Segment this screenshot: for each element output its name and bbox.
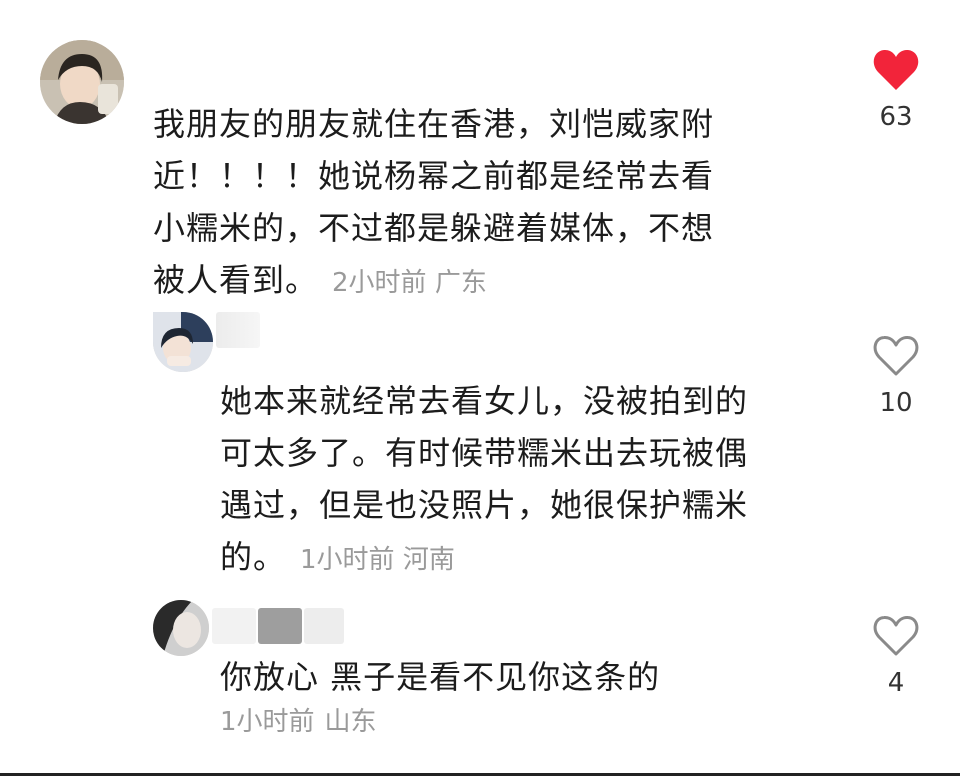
comment-line: 近！！！！她说杨幂之前都是经常去看 <box>153 157 715 195</box>
comment-time: 2小时前 <box>332 268 427 298</box>
avatar[interactable] <box>153 312 213 372</box>
comment-text: 你放心 黑子是看不见你这条的 <box>220 651 830 703</box>
like-button[interactable]: 4 <box>866 614 926 698</box>
like-count: 10 <box>879 388 913 418</box>
avatar[interactable] <box>153 600 209 656</box>
username-blur <box>258 608 302 644</box>
comment-line: 我朋友的朋友就住在香港，刘恺威家附 <box>153 105 715 143</box>
heart-outline-icon <box>873 615 919 656</box>
comment-line: 你放心 黑子是看不见你这条的 <box>220 658 661 696</box>
like-button[interactable]: 10 <box>866 334 926 418</box>
username-blur <box>304 608 344 644</box>
like-count: 63 <box>879 102 913 132</box>
comment-time: 1小时前 <box>300 545 395 575</box>
comment-line: 她本来就经常去看女儿，没被拍到的 <box>220 382 749 420</box>
comment-location: 山东 <box>324 707 377 737</box>
comment-line: 被人看到。 <box>153 261 319 299</box>
comment-line: 小糯米的，不过都是躲避着媒体，不想 <box>153 209 715 247</box>
like-button[interactable]: 63 <box>866 48 926 132</box>
comment-location: 广东 <box>434 268 487 298</box>
comment-meta: 1小时前 山东 <box>220 706 377 738</box>
comment-line: 可太多了。有时候带糯米出去玩被偶 <box>220 434 749 472</box>
avatar[interactable] <box>40 40 124 124</box>
username-blur <box>212 608 256 644</box>
like-count: 4 <box>887 668 905 698</box>
comment-text: 她本来就经常去看女儿，没被拍到的 可太多了。有时候带糯米出去玩被偶 遇过，但是也… <box>220 375 830 586</box>
comment-line: 遇过，但是也没照片，她很保护糯米 <box>220 486 749 524</box>
username-blur <box>216 312 260 348</box>
comment-time: 1小时前 <box>220 707 315 737</box>
comment-text: 我朋友的朋友就住在香港，刘恺威家附 近！！！！她说杨幂之前都是经常去看 小糯米的… <box>153 98 813 309</box>
heart-outline-icon <box>873 335 919 376</box>
comment-line: 的。 <box>220 538 287 576</box>
comment-location: 河南 <box>402 545 455 575</box>
heart-filled-icon <box>873 49 919 90</box>
